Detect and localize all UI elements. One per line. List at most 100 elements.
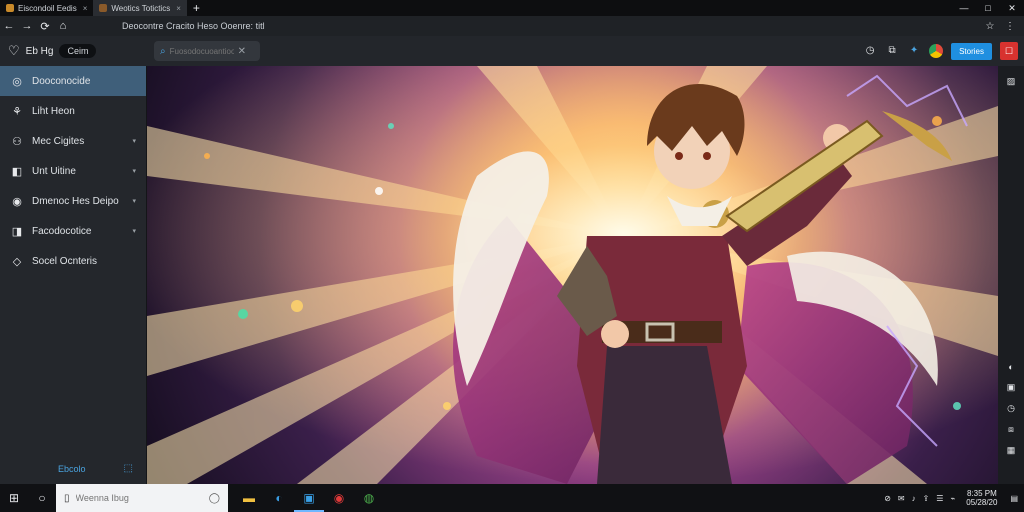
start-button-icon[interactable]: ⊞	[0, 491, 28, 505]
app-pill-button[interactable]: Ceim	[59, 44, 97, 58]
rail-gallery-icon[interactable]: ▣	[1007, 382, 1016, 393]
home-icon[interactable]: ⌂	[54, 20, 72, 32]
rail-tools: ◐ ▣ ◷ ⧈ ▦	[1007, 362, 1016, 456]
chevron-down-icon[interactable]: ▾	[132, 197, 136, 205]
clock-date: 05/28/20	[966, 498, 998, 507]
rail-layers-icon[interactable]: ⧈	[1007, 424, 1016, 435]
rail-chat-icon[interactable]: ◐	[1007, 362, 1016, 372]
extension-icon[interactable]: ⧉	[885, 44, 899, 58]
toolbar-actions: ◷ ⧉ ✦ Stories ☐	[863, 42, 1024, 60]
tray-icon-1[interactable]: ⊘	[884, 494, 891, 503]
sidebar-item-label: Liht Heon	[32, 105, 75, 117]
system-tray: ⊘ ✉ ♪ ⇪ ☰ ⌁ 8:35 PM 05/28/20 ▤	[884, 489, 1024, 507]
nav-actions: ☆ ⋮	[982, 21, 1024, 32]
heart-icon[interactable]: ♡	[8, 43, 20, 59]
clock[interactable]: 8:35 PM 05/28/20	[966, 489, 997, 507]
app-header: ♡ Eb Hg Ceim	[0, 43, 148, 59]
people-icon: ⚇	[12, 135, 22, 148]
site-favicon-icon	[6, 4, 14, 12]
sidebar-item-4[interactable]: ◧ Unt Uitine ▾	[0, 156, 146, 186]
chevron-down-icon[interactable]: ▾	[132, 167, 136, 175]
coin-icon: ◎	[12, 75, 22, 88]
browser-window: Eiscondoil Eedis × Weotics Totictics × +…	[0, 0, 1024, 512]
sidebar-item-7[interactable]: ◇ Socel Ocnteris	[0, 246, 146, 276]
search-box[interactable]: ⌕ ✕	[154, 41, 260, 61]
app-short-name: Eb Hg	[25, 45, 54, 57]
search-icon: ⌕	[160, 45, 166, 57]
sidebar-item-2[interactable]: ⚘ Liht Heon	[0, 96, 146, 126]
navigation-bar: ← → ⟳ ⌂ Deocontre Cracito Heso Ooenre: t…	[0, 16, 1024, 36]
sidebar-list: ◎ Dooconocide ⚘ Liht Heon ⚇ Mec Cigites ▾ ◧ Unt …	[0, 66, 146, 276]
window-controls: — □ ✕	[952, 0, 1024, 16]
tray-icon-6[interactable]: ⌁	[950, 494, 955, 503]
right-rail: ▨ ◐ ▣ ◷ ⧈ ▦	[998, 66, 1024, 484]
menu-icon[interactable]: ⋮	[1002, 21, 1018, 32]
sidebar: ◎ Dooconocide ⚘ Liht Heon ⚇ Mec Cigites ▾ ◧ Unt …	[0, 66, 147, 484]
taskbar-apps: ▬ ◐ ▣ ◉ ◍	[234, 484, 384, 512]
tray-icon-4[interactable]: ⇪	[923, 494, 930, 503]
tab-2-label: Weotics Totictics	[111, 3, 171, 13]
rail-clock-icon[interactable]: ◷	[1007, 403, 1016, 414]
diamond-icon: ◇	[12, 255, 22, 268]
back-icon[interactable]: ←	[0, 20, 18, 32]
store-icon[interactable]: ▣	[294, 484, 324, 512]
clock-time: 8:35 PM	[966, 489, 997, 498]
tab-1[interactable]: Eiscondoil Eedis ×	[0, 0, 93, 16]
rail-image-icon[interactable]: ▨	[1007, 76, 1016, 87]
taskbar-search-input[interactable]	[75, 493, 186, 503]
chevron-down-icon[interactable]: ▾	[132, 137, 136, 145]
edge-icon[interactable]: ◐	[264, 484, 294, 512]
file-explorer-icon[interactable]: ▬	[234, 484, 264, 512]
app-toolbar: ♡ Eb Hg Ceim ⌕ ✕ ◷ ⧉ ✦ Stories ☐	[0, 36, 1024, 66]
new-tab-button[interactable]: +	[187, 0, 206, 16]
sidebar-item-3[interactable]: ⚇ Mec Cigites ▾	[0, 126, 146, 156]
rail-grid-icon[interactable]: ▦	[1007, 445, 1016, 456]
red-action-button[interactable]: ☐	[1000, 42, 1018, 60]
sidebar-item-label: Dooconocide	[32, 75, 91, 87]
clear-search-icon[interactable]: ✕	[238, 46, 246, 57]
doc-icon: ◧	[11, 165, 23, 178]
sidebar-footer-link[interactable]: Ebcolo	[58, 464, 86, 474]
tab-2[interactable]: Weotics Totictics ×	[93, 0, 187, 16]
chevron-down-icon[interactable]: ▾	[132, 227, 136, 235]
site-favicon-icon	[99, 4, 108, 12]
stories-button[interactable]: Stories	[951, 42, 992, 60]
reload-icon[interactable]: ⟳	[36, 20, 54, 33]
sidebar-item-label: Mec Cigites	[32, 135, 85, 147]
minimize-icon[interactable]: —	[952, 0, 976, 16]
puzzle-icon[interactable]: ✦	[907, 44, 921, 58]
tray-icon-2[interactable]: ✉	[898, 494, 905, 503]
sidebar-item-5[interactable]: ◉ Dmenoc Hes Deipo ▾	[0, 186, 146, 216]
camera-icon: ◉	[12, 195, 22, 208]
taskbar-search-icon: ▯	[64, 492, 70, 504]
sidebar-item-6[interactable]: ◨ Facodocotice ▾	[0, 216, 146, 246]
sidebar-settings-icon[interactable]: ⬚	[124, 463, 133, 474]
main-artwork	[147, 66, 998, 484]
sidebar-item-1[interactable]: ◎ Dooconocide	[0, 66, 146, 96]
microphone-icon[interactable]: ◯	[209, 493, 220, 504]
sidebar-item-label: Unt Uitine	[32, 165, 76, 177]
artwork-image	[147, 66, 998, 484]
chrome-icon[interactable]	[929, 44, 944, 58]
notifications-icon[interactable]: ▤	[1010, 494, 1018, 503]
sidebar-item-label: Socel Ocnteris	[32, 255, 98, 267]
sidebar-item-label: Facodocotice	[32, 225, 92, 237]
history-icon[interactable]: ◷	[863, 44, 877, 58]
tray-icon-3[interactable]: ♪	[912, 494, 916, 503]
tray-icon-5[interactable]: ☰	[936, 494, 943, 503]
tab-1-close-icon[interactable]: ×	[83, 4, 88, 13]
sidebar-item-label: Dmenoc Hes Deipo	[32, 195, 119, 207]
star-icon[interactable]: ☆	[982, 21, 998, 32]
maximize-icon[interactable]: □	[976, 0, 1000, 16]
tab-2-close-icon[interactable]: ×	[176, 4, 181, 13]
cortana-icon[interactable]: ○	[28, 491, 56, 505]
red-app-icon[interactable]: ◉	[324, 484, 354, 512]
close-window-icon[interactable]: ✕	[1000, 0, 1024, 16]
search-input[interactable]	[169, 46, 234, 56]
taskbar-search[interactable]: ▯ ◯	[56, 484, 228, 512]
sidebar-footer: Ebcolo ⬚	[0, 463, 147, 474]
bookmark-icon: ◨	[11, 225, 23, 238]
chrome-icon[interactable]: ◍	[354, 484, 384, 512]
tray-icons: ⊘ ✉ ♪ ⇪ ☰ ⌁	[884, 494, 955, 503]
forward-icon[interactable]: →	[18, 20, 36, 32]
